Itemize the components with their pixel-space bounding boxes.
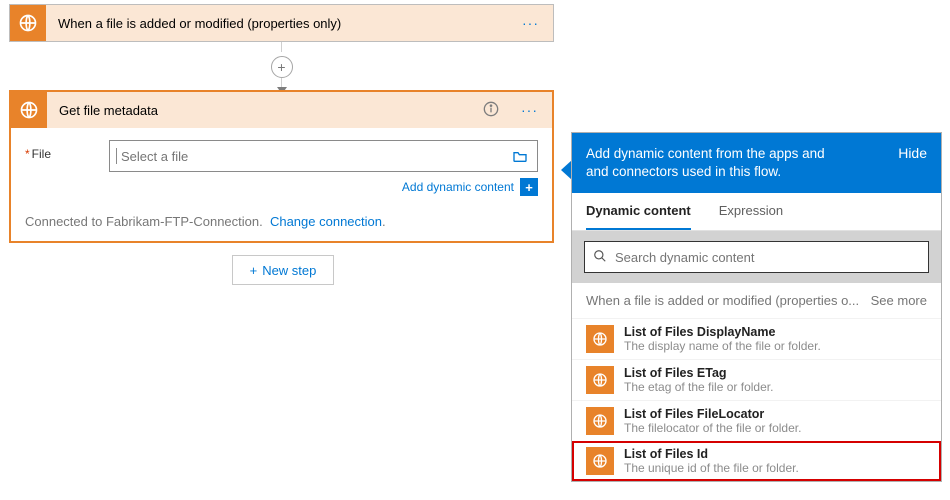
token-title: List of Files ETag	[624, 366, 773, 380]
token-icon	[586, 447, 614, 475]
action-card: Get file metadata ··· *File Add dynamic …	[9, 90, 554, 243]
token-icon	[586, 366, 614, 394]
token-item-id[interactable]: List of Files Id The unique id of the fi…	[572, 441, 941, 481]
folder-picker-icon[interactable]	[509, 145, 531, 167]
token-desc: The etag of the file or folder.	[624, 380, 773, 394]
token-item-filelocator[interactable]: List of Files FileLocator The filelocato…	[572, 400, 941, 441]
token-title: List of Files DisplayName	[624, 325, 821, 339]
token-desc: The filelocator of the file or folder.	[624, 421, 801, 435]
token-desc: The display name of the file or folder.	[624, 339, 821, 353]
tab-dynamic-content[interactable]: Dynamic content	[586, 193, 691, 230]
action-body: *File Add dynamic content +	[11, 128, 552, 206]
new-step-label: New step	[262, 263, 316, 278]
plus-icon: +	[250, 263, 258, 278]
trigger-card[interactable]: When a file is added or modified (proper…	[9, 4, 554, 42]
file-input-wrap[interactable]	[109, 140, 538, 172]
info-icon[interactable]	[475, 101, 507, 120]
add-dynamic-content-icon[interactable]: +	[520, 178, 538, 196]
action-title: Get file metadata	[47, 103, 475, 118]
token-icon	[586, 325, 614, 353]
file-input[interactable]	[117, 142, 509, 170]
token-section-header: When a file is added or modified (proper…	[572, 283, 941, 318]
required-star: *	[25, 147, 30, 161]
token-title: List of Files FileLocator	[624, 407, 801, 421]
token-title: List of Files Id	[624, 447, 799, 461]
tabs: Dynamic content Expression	[572, 193, 941, 231]
more-menu-icon[interactable]: ···	[508, 15, 553, 31]
hide-button[interactable]: Hide	[888, 145, 927, 161]
param-row-file: *File Add dynamic content +	[25, 140, 538, 196]
change-connection-link[interactable]: Change connection	[270, 214, 382, 229]
connector: +	[9, 42, 554, 94]
token-list: List of Files DisplayName The display na…	[572, 318, 941, 481]
dynamic-content-header-text: Add dynamic content from the apps andand…	[586, 145, 888, 181]
token-item-etag[interactable]: List of Files ETag The etag of the file …	[572, 359, 941, 400]
connector-icon	[11, 92, 47, 128]
connector-icon	[10, 5, 46, 41]
new-step-button[interactable]: + New step	[232, 255, 334, 285]
connection-name: Fabrikam-FTP-Connection	[106, 214, 259, 229]
search-input[interactable]	[615, 250, 920, 265]
section-title: When a file is added or modified (proper…	[586, 293, 859, 308]
trigger-header[interactable]: When a file is added or modified (proper…	[10, 5, 553, 41]
connection-info: Connected to Fabrikam-FTP-Connection. Ch…	[11, 206, 552, 241]
param-label: *File	[25, 140, 97, 161]
add-dynamic-content-row: Add dynamic content +	[109, 178, 538, 196]
tab-expression[interactable]: Expression	[719, 193, 783, 230]
search-icon	[593, 249, 607, 266]
dynamic-content-header: Add dynamic content from the apps andand…	[572, 133, 941, 193]
token-desc: The unique id of the file or folder.	[624, 461, 799, 475]
connection-prefix: Connected to	[25, 214, 106, 229]
trigger-title: When a file is added or modified (proper…	[46, 16, 508, 31]
token-item-displayname[interactable]: List of Files DisplayName The display na…	[572, 318, 941, 359]
action-header[interactable]: Get file metadata ···	[11, 92, 552, 128]
see-more-link[interactable]: See more	[871, 293, 927, 308]
token-icon	[586, 407, 614, 435]
search-wrap	[572, 231, 941, 283]
search-box[interactable]	[584, 241, 929, 273]
insert-step-button[interactable]: +	[271, 56, 293, 78]
add-dynamic-content-link[interactable]: Add dynamic content	[402, 180, 514, 194]
more-menu-icon[interactable]: ···	[507, 102, 552, 118]
dynamic-content-panel: Add dynamic content from the apps andand…	[571, 132, 942, 482]
param-label-text: File	[32, 147, 51, 161]
